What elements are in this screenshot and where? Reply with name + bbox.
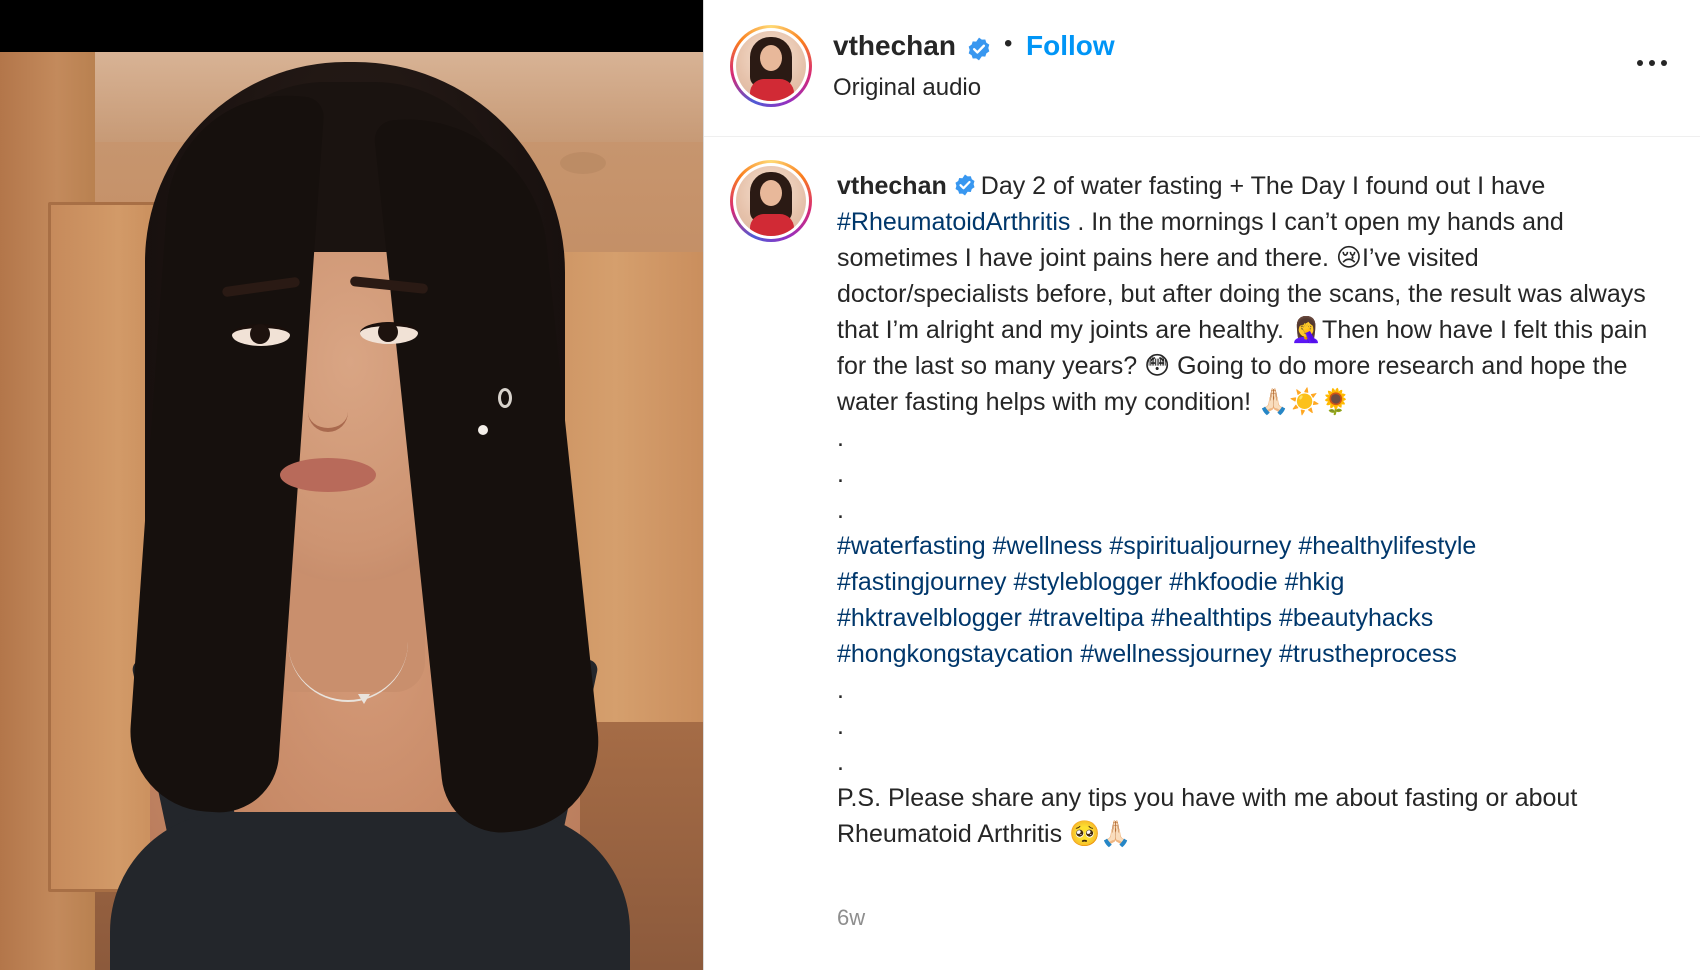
hashtag-link[interactable]: #hkfoodie — [1169, 568, 1277, 596]
hashtag-link[interactable]: #RheumatoidArthritis — [837, 208, 1070, 236]
hashtag-link[interactable]: #healthtips — [1151, 604, 1272, 632]
hashtag-link[interactable]: #wellness — [993, 532, 1103, 560]
post-caption: vthechan Day 2 of water fasting + The Da… — [837, 168, 1667, 852]
nose — [308, 372, 348, 432]
avatar-photo — [736, 31, 806, 101]
hashtag-link[interactable]: #waterfasting — [837, 532, 986, 560]
hashtag-link[interactable]: #beautyhacks — [1279, 604, 1433, 632]
hashtag-link[interactable]: #trustheprocess — [1279, 640, 1457, 668]
hashtag-row: #hongkongstaycation #wellnessjourney #tr… — [837, 636, 1667, 672]
caption-dot: . — [837, 712, 844, 740]
ceiling-light — [560, 152, 606, 174]
verified-badge-icon — [968, 37, 990, 61]
caption-postscript: P.S. Please share any tips you have with… — [837, 784, 1578, 848]
pupil-right — [378, 322, 398, 342]
follow-button[interactable]: Follow — [1026, 30, 1115, 62]
ear-cuff — [498, 388, 512, 408]
post-header: vthechan • Follow Original audio — [704, 0, 1700, 137]
tank-top — [110, 812, 630, 970]
caption-dot: . — [837, 496, 844, 524]
reel-video[interactable] — [0, 0, 703, 970]
hashtag-link[interactable]: #traveltipa — [1029, 604, 1144, 632]
author-username[interactable]: vthechan — [833, 30, 956, 62]
avatar-photo — [736, 166, 806, 236]
pupil-left — [250, 324, 270, 344]
caption-dot: . — [837, 460, 844, 488]
verified-badge-icon — [955, 174, 975, 196]
caption-dot: . — [837, 748, 844, 776]
caption-body: . In the mornings I can’t open my hands … — [837, 208, 1648, 416]
caption-dot: . — [837, 676, 844, 704]
more-options-icon[interactable] — [1632, 48, 1672, 78]
video-frame — [0, 52, 703, 970]
original-audio-link[interactable]: Original audio — [833, 74, 981, 102]
hashtag-link[interactable]: #healthylifestyle — [1298, 532, 1476, 560]
hashtag-link[interactable]: #hkig — [1285, 568, 1345, 596]
author-avatar[interactable] — [730, 25, 812, 107]
hashtag-link[interactable]: #hktravelblogger — [837, 604, 1022, 632]
hashtag-row: #hktravelblogger #traveltipa #healthtips… — [837, 600, 1667, 636]
caption-author-avatar[interactable] — [730, 160, 812, 242]
hashtag-link[interactable]: #wellnessjourney — [1080, 640, 1272, 668]
lips — [280, 458, 376, 492]
caption-username[interactable]: vthechan — [837, 172, 947, 200]
hashtag-link[interactable]: #spiritualjourney — [1109, 532, 1291, 560]
caption-dot: . — [837, 424, 844, 452]
caption-intro: Day 2 of water fasting + The Day I found… — [980, 172, 1546, 200]
hashtag-link[interactable]: #hongkongstaycation — [837, 640, 1073, 668]
pearl-earring — [478, 425, 488, 435]
post-timestamp[interactable]: 6w — [837, 905, 865, 931]
hashtag-link[interactable]: #fastingjourney — [837, 568, 1007, 596]
post-details: vthechan • Follow Original audio vthecha… — [704, 0, 1700, 970]
header-separator: • — [1004, 30, 1013, 57]
hashtag-row: #waterfasting #wellness #spiritualjourne… — [837, 528, 1667, 564]
hashtag-link[interactable]: #styleblogger — [1014, 568, 1163, 596]
hashtag-row: #fastingjourney #styleblogger #hkfoodie … — [837, 564, 1667, 600]
